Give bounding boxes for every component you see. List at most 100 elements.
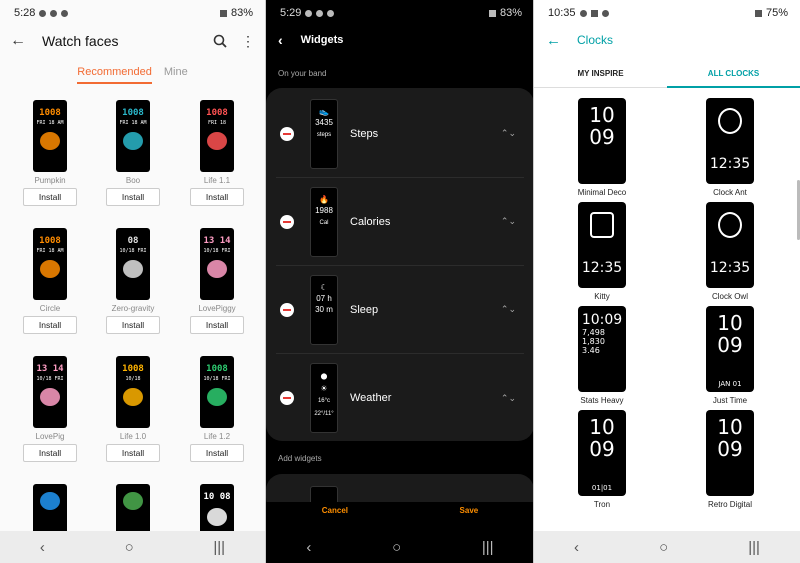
signal-icon [488, 9, 496, 17]
widget-row-sleep[interactable]: ☾ 07 h 30 m Sleep ⌃⌄ [276, 266, 524, 354]
remove-widget-icon[interactable] [280, 302, 294, 317]
nav-recents-icon[interactable]: ||| [748, 539, 760, 556]
cat-icon [590, 212, 614, 238]
back-chevron-icon[interactable]: ‹ [278, 32, 283, 48]
nav-back-icon[interactable]: ‹ [574, 539, 579, 556]
install-button[interactable]: Install [190, 188, 244, 206]
watch-face-card[interactable]: 1008 FRI 18 AM Boo Install [93, 100, 173, 206]
widget-row-weather[interactable]: ⬤ ☀ 16°c 22°/11° Weather ⌃⌄ [276, 354, 524, 442]
watch-face-preview[interactable]: 13 14 10/18 FRI [33, 356, 67, 428]
clock-face-preview[interactable]: 10:09 7,498 1,830 3.46 [578, 306, 626, 392]
back-arrow-icon[interactable]: ← [10, 32, 26, 50]
remove-widget-icon[interactable] [280, 391, 294, 405]
watch-face-artwork [123, 388, 143, 406]
watch-face-card[interactable]: 08 10/18 FRI Zero-gravity Install [93, 228, 173, 334]
nav-home-icon[interactable]: ○ [659, 539, 668, 556]
watch-face-artwork [40, 132, 60, 150]
calories-widget-preview: 🔥 1988 Cal [310, 186, 338, 257]
clock-card[interactable]: 10 09 JAN 01 Just Time [680, 306, 780, 405]
system-nav-bar: ‹ ○ ||| [534, 531, 800, 563]
install-button[interactable]: Install [23, 188, 77, 206]
clock-face-preview[interactable]: 10 09 01|01 [578, 410, 626, 496]
clock-face-preview[interactable]: 12:35 [706, 202, 754, 288]
tab-recommended[interactable]: Recommended [77, 66, 152, 84]
search-icon[interactable] [213, 34, 227, 48]
nav-back-icon[interactable]: ‹ [40, 539, 45, 556]
watch-face-card[interactable]: 1008 FRI 18 AM Pumpkin Install [10, 100, 90, 206]
clock-name: Clock Owl [711, 292, 748, 301]
watch-face-date: 10/18 FRI [36, 376, 64, 382]
clock-face-preview[interactable]: 10 09 JAN 01 [706, 306, 754, 392]
clock-card[interactable]: 10:09 7,498 1,830 3.46 Stats Heavy [552, 306, 652, 405]
battery-level: 83% [230, 7, 253, 19]
back-arrow-icon[interactable]: ← [546, 32, 561, 49]
nav-recents-icon[interactable]: ||| [213, 539, 225, 556]
overflow-menu-icon[interactable]: ⋮ [241, 33, 255, 50]
reorder-icon[interactable]: ⌃⌄ [501, 128, 516, 139]
clock-card[interactable]: 10 09 Minimal Deco [552, 98, 652, 197]
clock-card[interactable]: 12:35 Kitty [552, 202, 652, 301]
cancel-button[interactable]: Cancel [322, 506, 348, 526]
widget-row-calories[interactable]: 🔥 1988 Cal Calories ⌃⌄ [276, 178, 524, 266]
save-button[interactable]: Save [460, 506, 479, 526]
system-nav-bar: ‹ ○ ||| [266, 531, 534, 563]
watch-face-artwork [207, 260, 227, 278]
widget-row-steps[interactable]: 👟 3435 steps Steps ⌃⌄ [276, 90, 524, 178]
watch-face-preview[interactable]: 1008 FRI 18 AM [116, 100, 150, 172]
watch-face-artwork [207, 132, 227, 150]
tab-all-clocks[interactable]: ALL CLOCKS [667, 62, 800, 88]
install-button[interactable]: Install [23, 444, 77, 462]
clock-face-preview[interactable]: 10 09 [706, 410, 754, 496]
nav-back-icon[interactable]: ‹ [306, 539, 311, 556]
clock-card[interactable]: 12:35 Clock Ant [680, 98, 780, 197]
clock-face-preview[interactable]: 12:35 [706, 98, 754, 184]
clock-face-preview[interactable]: 12:35 [578, 202, 626, 288]
clock-name: Stats Heavy [580, 396, 624, 405]
nav-recents-icon[interactable]: ||| [482, 539, 494, 556]
reorder-icon[interactable]: ⌃⌄ [501, 393, 516, 404]
page-title: Watch faces [42, 33, 119, 49]
install-button[interactable]: Install [106, 188, 160, 206]
clock-stat: 1,830 [582, 337, 605, 346]
reorder-icon[interactable]: ⌃⌄ [501, 216, 516, 227]
tab-my-inspire[interactable]: MY INSPIRE [534, 62, 667, 88]
watch-face-name: Pumpkin [34, 176, 66, 185]
location-pin-icon: ⬤ [320, 374, 328, 380]
watch-face-card[interactable]: 13 14 10/18 FRI LovePiggy Install [177, 228, 257, 334]
watch-face-card[interactable]: 1008 10/18 FRI Life 1.2 Install [177, 356, 257, 462]
remove-widget-icon[interactable] [280, 214, 294, 229]
watch-face-preview[interactable]: 13 14 10/18 FRI [200, 228, 234, 300]
nav-home-icon[interactable]: ○ [392, 539, 401, 556]
watch-face-card[interactable]: 1008 10/18 Life 1.0 Install [93, 356, 173, 462]
install-button[interactable]: Install [190, 444, 244, 462]
install-button[interactable]: Install [106, 444, 160, 462]
watch-face-preview[interactable]: 1008 10/18 FRI [200, 356, 234, 428]
watch-face-preview[interactable]: 08 10/18 FRI [116, 228, 150, 300]
install-button[interactable]: Install [106, 316, 160, 334]
widget-unit: steps [316, 131, 332, 138]
watch-face-preview[interactable]: 1008 FRI 18 AM [33, 100, 67, 172]
watch-face-card[interactable]: 13 14 10/18 FRI LovePig Install [10, 356, 90, 462]
reorder-icon[interactable]: ⌃⌄ [501, 304, 516, 315]
watch-face-card[interactable]: 1008 FRI 18 AM Circle Install [10, 228, 90, 334]
watch-face-preview[interactable]: 1008 FRI 18 AM [33, 228, 67, 300]
tab-mine[interactable]: Mine [164, 66, 188, 84]
clock-date: JAN 01 [718, 380, 742, 388]
status-bar: 10:35 75% [534, 0, 800, 26]
tab-bar: Recommended Mine [0, 66, 265, 84]
widget-value: 16°c [317, 398, 331, 404]
clock-card[interactable]: 12:35 Clock Owl [680, 202, 780, 301]
install-button[interactable]: Install [23, 316, 77, 334]
watch-face-preview[interactable]: 1008 FRI 18 [200, 100, 234, 172]
nav-home-icon[interactable]: ○ [125, 539, 134, 556]
clock-face-preview[interactable]: 10 09 [578, 98, 626, 184]
widget-value: 3435 [315, 117, 333, 127]
clock-card[interactable]: 10 09 01|01 Tron [552, 410, 652, 509]
clock-card[interactable]: 10 09 Retro Digital [680, 410, 780, 509]
watch-face-card[interactable]: 1008 FRI 18 Life 1.1 Install [177, 100, 257, 206]
install-button[interactable]: Install [190, 316, 244, 334]
clock-date: 01|01 [591, 484, 613, 492]
weather-widget-preview: ⬤ ☀ 16°c 22°/11° [310, 363, 338, 433]
watch-face-preview[interactable]: 1008 10/18 [116, 356, 150, 428]
remove-widget-icon[interactable] [280, 126, 294, 141]
